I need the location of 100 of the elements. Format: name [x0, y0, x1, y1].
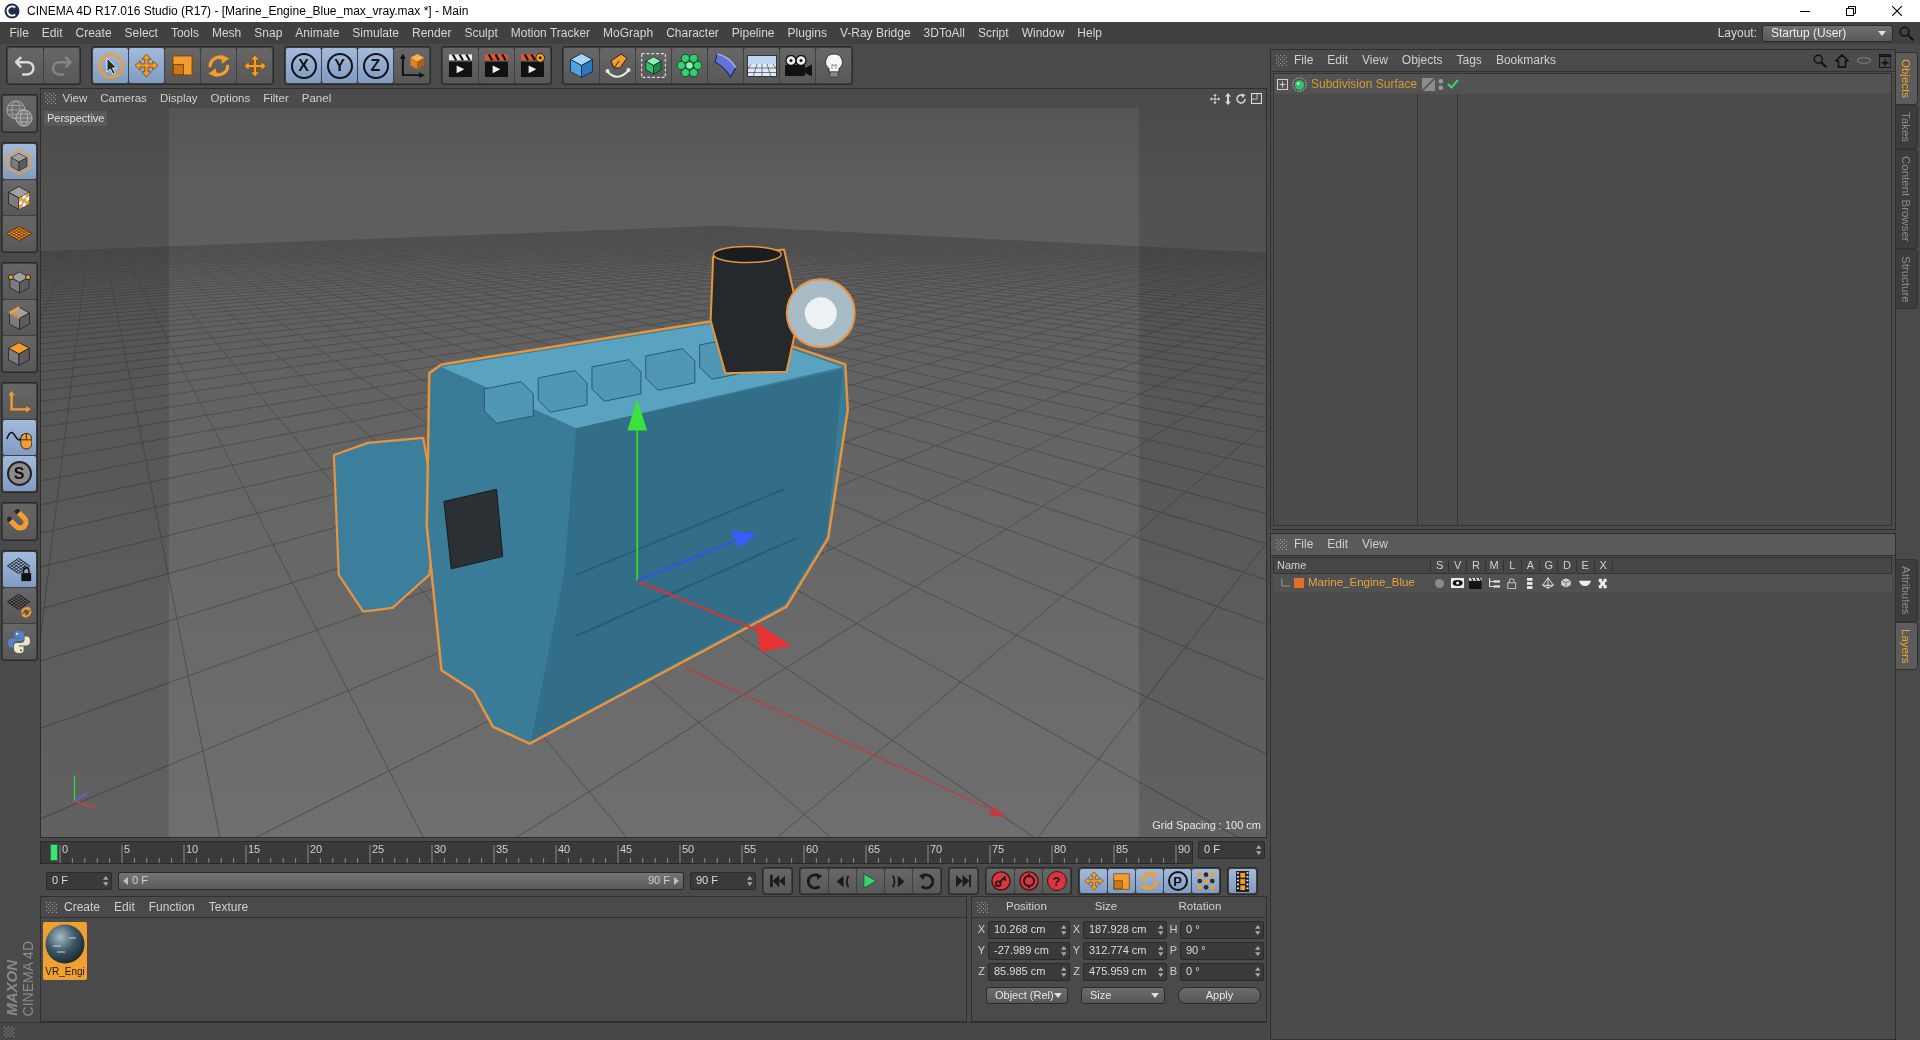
- point-level-button[interactable]: [1192, 869, 1219, 893]
- bowl-icon[interactable]: [1578, 580, 1591, 586]
- pen-button[interactable]: [600, 48, 635, 83]
- menu-item[interactable]: Display: [153, 91, 205, 106]
- record-button[interactable]: [987, 869, 1014, 893]
- menu-item[interactable]: Edit: [1320, 537, 1356, 552]
- model-mode-button[interactable]: [2, 144, 36, 179]
- coordinate-field[interactable]: 312.774 cm: [1083, 942, 1167, 960]
- coordinate-mode-dropdown[interactable]: Object (Rel): [986, 987, 1068, 1004]
- menu-item[interactable]: Create: [57, 899, 108, 915]
- render-view-button[interactable]: [443, 48, 478, 83]
- previous-frame-button[interactable]: [829, 869, 856, 893]
- menu-item[interactable]: Pipeline: [725, 25, 782, 41]
- rotate-tool-button[interactable]: [201, 48, 236, 83]
- layer-row[interactable]: Marine_Engine_Blue: [1273, 574, 1892, 592]
- menu-item[interactable]: Options: [204, 91, 257, 106]
- cube-icon[interactable]: [1560, 577, 1573, 589]
- current-frame-field[interactable]: 0 F: [1198, 841, 1265, 859]
- autokey-button[interactable]: [1015, 869, 1042, 893]
- cube-button[interactable]: [564, 48, 599, 83]
- pyramid-icon[interactable]: [1542, 577, 1555, 589]
- layer-name[interactable]: Marine_Engine_Blue: [1308, 576, 1415, 590]
- axis-mode-button[interactable]: [2, 384, 36, 419]
- 3d-viewport[interactable]: Perspective Grid Spacing : 100 cm: [41, 108, 1266, 837]
- timeline-ruler[interactable]: 0 5 10 15 20 25 30 35 40 45 50 55 60 65 70 75 80 85 90: [40, 841, 1193, 864]
- engine-model-drawing[interactable]: [332, 245, 856, 745]
- menu-item[interactable]: Character: [659, 25, 726, 41]
- menu-item[interactable]: File: [1287, 537, 1321, 552]
- workplane-mode-button[interactable]: [2, 216, 36, 251]
- menu-item[interactable]: Filter: [256, 91, 296, 106]
- playhead[interactable]: [50, 844, 58, 861]
- menu-item[interactable]: Script: [971, 25, 1016, 41]
- menu-item[interactable]: Simulate: [345, 25, 406, 41]
- planar-workplane-button[interactable]: [2, 588, 36, 623]
- rotate-arrow-icon[interactable]: [1235, 92, 1247, 105]
- texture-mode-button[interactable]: [2, 180, 36, 215]
- menu-item[interactable]: Cameras: [93, 91, 154, 106]
- coordinate-system-button[interactable]: [394, 48, 429, 83]
- start-frame-field[interactable]: 0 F: [46, 872, 112, 890]
- menu-item[interactable]: 3DToAll: [917, 25, 972, 41]
- render-picture-button[interactable]: [479, 48, 514, 83]
- axis-lock-button[interactable]: Z: [358, 48, 393, 83]
- up-down-arrow-icon[interactable]: [1225, 92, 1231, 105]
- dot-icon[interactable]: [1434, 578, 1444, 588]
- position-key-button[interactable]: [1080, 869, 1107, 893]
- menu-item[interactable]: View: [56, 91, 94, 106]
- undo-button[interactable]: [8, 48, 43, 83]
- end-frame-field[interactable]: 90 F: [690, 872, 756, 890]
- menu-item[interactable]: Objects: [1394, 53, 1450, 68]
- play-button[interactable]: [857, 869, 884, 893]
- deformer-button[interactable]: [708, 48, 743, 83]
- menu-item[interactable]: View: [1355, 53, 1395, 68]
- edges-mode-button[interactable]: [2, 300, 36, 335]
- axis-lock-button[interactable]: X: [286, 48, 321, 83]
- eye-icon[interactable]: [1450, 578, 1464, 588]
- clapperboard-icon[interactable]: [1469, 577, 1482, 589]
- layout-dropdown[interactable]: Startup (User): [1762, 24, 1893, 42]
- menu-item[interactable]: Texture: [201, 899, 256, 915]
- four-way-arrow-icon[interactable]: [1209, 92, 1221, 105]
- apply-button[interactable]: Apply: [1178, 987, 1261, 1004]
- menu-item[interactable]: Plugins: [781, 25, 834, 41]
- soft-selection-button[interactable]: S: [2, 456, 36, 491]
- parameter-key-button[interactable]: P: [1164, 869, 1191, 893]
- coordinate-field[interactable]: -27.989 cm: [988, 942, 1070, 960]
- menu-item[interactable]: Motion Tracker: [504, 25, 597, 41]
- coordinate-field[interactable]: 0 °: [1180, 921, 1264, 939]
- polygons-mode-button[interactable]: [2, 336, 36, 371]
- coordinate-field[interactable]: 187.928 cm: [1083, 921, 1167, 939]
- coordinate-field[interactable]: 10.268 cm: [988, 921, 1070, 939]
- key-help-button[interactable]: ?: [1043, 869, 1070, 893]
- menu-item[interactable]: Bookmarks: [1488, 53, 1563, 68]
- hierarchy-icon[interactable]: [1487, 578, 1500, 588]
- subdivision-button[interactable]: [636, 48, 671, 83]
- menu-item[interactable]: Animate: [288, 25, 346, 41]
- menu-item[interactable]: Edit: [35, 25, 70, 41]
- axis-lock-button[interactable]: Y: [322, 48, 357, 83]
- menu-item[interactable]: Window: [1015, 25, 1071, 41]
- stacked-bars-icon[interactable]: [1527, 577, 1533, 589]
- menu-item[interactable]: View: [1355, 537, 1395, 552]
- menu-item[interactable]: Sculpt: [457, 25, 505, 41]
- expand-icon[interactable]: [1277, 78, 1288, 90]
- menu-item[interactable]: V-Ray Bridge: [833, 25, 918, 41]
- coordinate-field[interactable]: 0 °: [1180, 963, 1264, 981]
- tweak-mode-button[interactable]: [2, 420, 36, 455]
- coordinate-field[interactable]: 85.985 cm: [988, 963, 1070, 981]
- check-icon[interactable]: [1446, 79, 1459, 89]
- maximize-icon[interactable]: [1251, 93, 1262, 104]
- coordinate-field[interactable]: 90 °: [1180, 942, 1264, 960]
- selection-tool-button[interactable]: [93, 48, 128, 83]
- scale-key-button[interactable]: [1108, 869, 1135, 893]
- menu-item[interactable]: Create: [69, 25, 119, 41]
- menu-item[interactable]: Snap: [247, 25, 289, 41]
- cloner-button[interactable]: [672, 48, 707, 83]
- menu-item[interactable]: Panel: [295, 91, 338, 106]
- script-button[interactable]: [2, 624, 36, 659]
- menu-item[interactable]: File: [3, 25, 36, 41]
- previous-key-button[interactable]: [801, 869, 828, 893]
- menu-item[interactable]: Tags: [1449, 53, 1489, 68]
- menu-item[interactable]: Function: [141, 899, 202, 915]
- transform-tool-button[interactable]: [237, 48, 272, 83]
